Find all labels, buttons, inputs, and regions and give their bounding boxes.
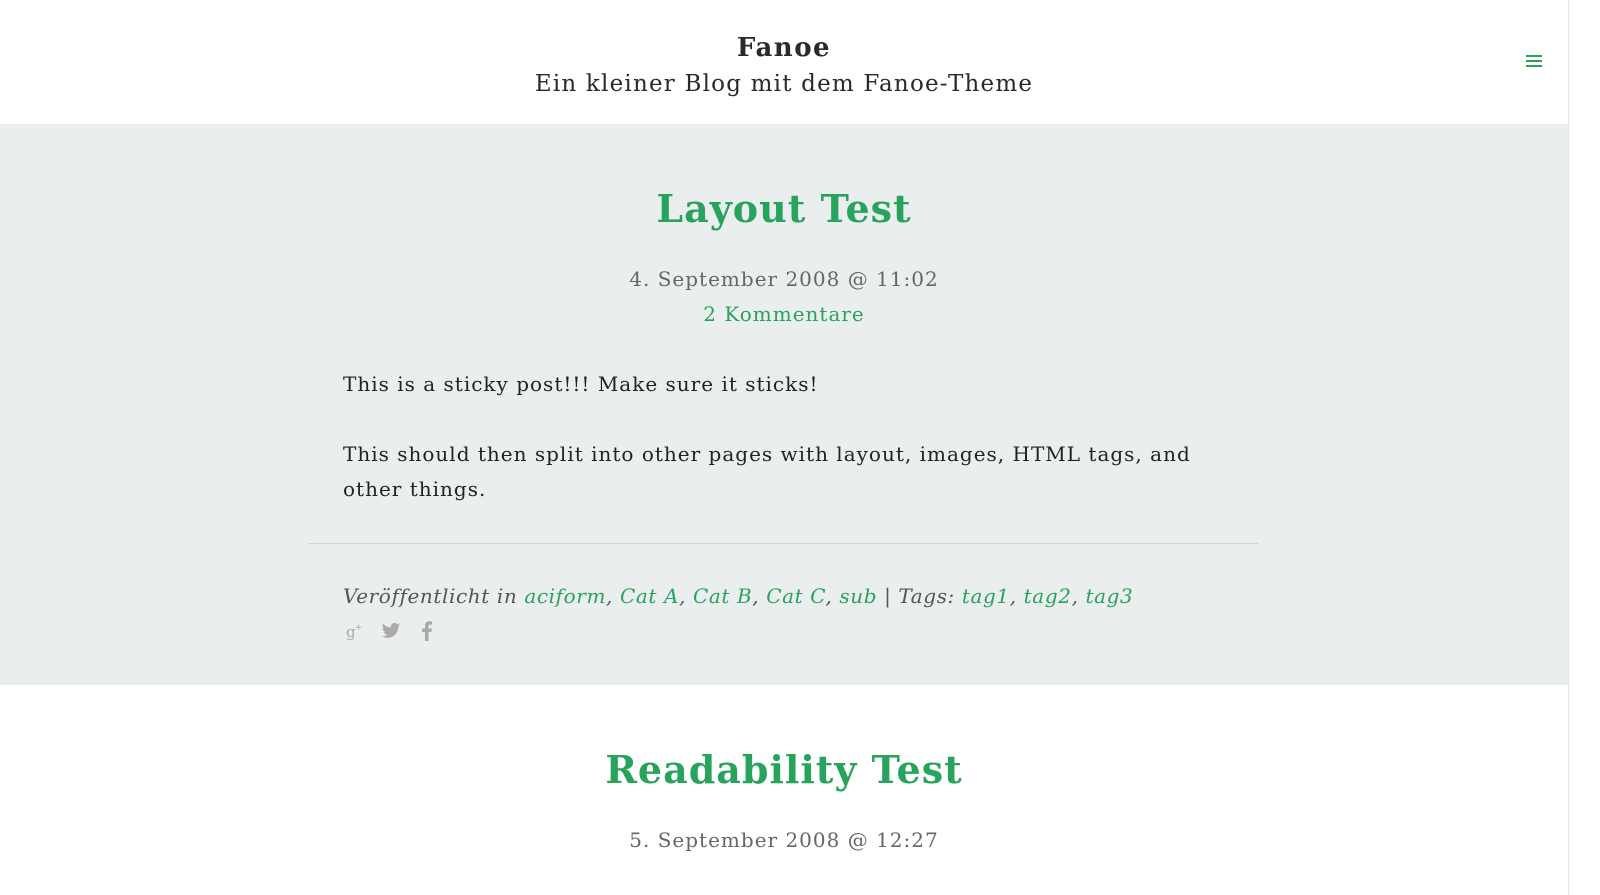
meta-separator: | — [884, 584, 892, 608]
post-meta: Veröffentlicht in aciform, Cat A, Cat B,… — [343, 584, 1134, 608]
site-header: Fanoe Ein kleiner Blog mit dem Fanoe-The… — [0, 0, 1568, 124]
site-title[interactable]: Fanoe — [0, 33, 1568, 63]
post-content: This is a sticky post!!! Make sure it st… — [343, 367, 1223, 542]
category-link-cat-b[interactable]: Cat B — [693, 584, 752, 608]
post-readability-test: Readability Test 5. September 2008 @ 12:… — [0, 685, 1568, 895]
post-date: 5. September 2008 @ 12:27 — [629, 828, 939, 852]
category-link-cat-c[interactable]: Cat C — [766, 584, 825, 608]
post-paragraph: This should then split into other pages … — [343, 442, 1191, 501]
hamburger-menu-icon[interactable] — [1526, 55, 1544, 69]
tags-label: Tags: — [898, 584, 955, 608]
tag-link-tag1[interactable]: tag1 — [962, 584, 1010, 608]
category-link-cat-a[interactable]: Cat A — [620, 584, 679, 608]
published-in-label: Veröffentlicht in — [343, 584, 518, 608]
svg-text:+: + — [355, 623, 363, 633]
share-buttons: g + — [345, 620, 437, 642]
category-link-sub[interactable]: sub — [839, 584, 877, 608]
twitter-icon[interactable] — [381, 621, 401, 641]
post-paragraph: This is a sticky post!!! Make sure it st… — [343, 372, 819, 396]
comments-link[interactable]: 2 Kommentare — [0, 302, 1568, 326]
page: Fanoe Ein kleiner Blog mit dem Fanoe-The… — [0, 0, 1600, 895]
scrollbar[interactable] — [1568, 0, 1600, 895]
divider — [308, 543, 1258, 544]
facebook-icon[interactable] — [417, 621, 437, 641]
category-link-aciform[interactable]: aciform — [524, 584, 606, 608]
post-date: 4. September 2008 @ 11:02 — [629, 267, 939, 291]
tag-link-tag2[interactable]: tag2 — [1024, 584, 1072, 608]
post-title[interactable]: Layout Test — [0, 186, 1568, 231]
comments-link-text[interactable]: 2 Kommentare — [703, 302, 865, 326]
google-plus-icon[interactable]: g + — [345, 621, 365, 641]
site-tagline: Ein kleiner Blog mit dem Fanoe-Theme — [534, 71, 1034, 97]
post-title[interactable]: Readability Test — [0, 747, 1568, 792]
tag-link-tag3[interactable]: tag3 — [1085, 584, 1133, 608]
post-layout-test: Layout Test 4. September 2008 @ 11:02 2 … — [0, 124, 1568, 685]
